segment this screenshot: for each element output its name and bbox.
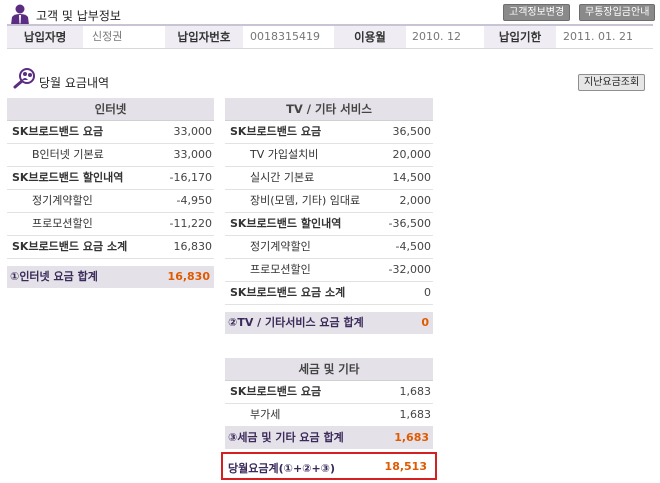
tv-table: TV / 기타 서비스 SK브로드밴드 요금 36,500 TV 가입설치비 20,0… bbox=[225, 98, 433, 334]
tax-table: 세금 및 기타 SK브로드밴드 요금 1,683 부가세 1,683 ③세금 및 기타… bbox=[225, 358, 433, 449]
tv-row-label: SK브로드밴드 요금 bbox=[230, 125, 322, 138]
tv-row-value: -32,000 bbox=[388, 263, 431, 276]
tax-row-value: 1,683 bbox=[399, 408, 432, 421]
tax-sum-label: ③세금 및 기타 요금 합계 bbox=[228, 431, 344, 444]
page-title: 고객 및 납부정보 bbox=[36, 9, 121, 23]
internet-row-value: 33,000 bbox=[173, 125, 213, 138]
tv-row: 프로모션할인 -32,000 bbox=[225, 259, 433, 282]
tv-row-label: TV 가입설치비 bbox=[250, 148, 319, 161]
tv-row-value: -4,500 bbox=[395, 240, 431, 253]
usage-month-label: 이용월 bbox=[334, 26, 406, 48]
section-title: 당월 요금내역 bbox=[39, 76, 110, 90]
tv-row-label: 실시간 기본료 bbox=[250, 171, 315, 184]
payer-number-label: 납입자번호 bbox=[165, 26, 243, 48]
tv-row-value: -36,500 bbox=[388, 217, 431, 230]
tv-row-value: 0 bbox=[424, 286, 431, 299]
usage-month-value: 2010. 12 bbox=[412, 30, 461, 43]
tv-row-label: SK브로드밴드 요금 소계 bbox=[230, 286, 346, 299]
internet-row-label: SK브로드밴드 요금 bbox=[12, 125, 104, 138]
internet-row: 프로모션할인 -11,220 bbox=[7, 213, 214, 236]
internet-row: 정기계약할인 -4,950 bbox=[7, 190, 214, 213]
monthly-total-box: 당월요금계(①+②+③) 18,513 bbox=[221, 452, 437, 480]
internet-sum-row: ①인터넷 요금 합계 16,830 bbox=[7, 266, 214, 288]
internet-row-value: -4,950 bbox=[176, 194, 212, 207]
tv-row: SK브로드밴드 요금 36,500 bbox=[225, 121, 433, 144]
customer-info-change-button[interactable]: 고객정보변경 bbox=[503, 4, 571, 21]
internet-row-value: -16,170 bbox=[169, 171, 212, 184]
internet-sum-label: ①인터넷 요금 합계 bbox=[10, 270, 98, 283]
payer-info-row: 납입자명 신정권 납입자번호 0018315419 이용월 2010. 12 납… bbox=[7, 26, 653, 49]
due-date-value: 2011. 01. 21 bbox=[563, 30, 633, 43]
payer-name-value: 신정권 bbox=[92, 30, 123, 43]
payer-number-value: 0018315419 bbox=[250, 30, 320, 43]
tv-row: 장비(모뎀, 기타) 임대료 2,000 bbox=[225, 190, 433, 213]
tax-row-value: 1,683 bbox=[399, 385, 432, 398]
internet-table: 인터넷 SK브로드밴드 요금 33,000 B인터넷 기본료 33,000 SK브로드밴… bbox=[7, 98, 214, 288]
internet-row-value: 16,830 bbox=[173, 240, 213, 253]
tv-row: SK브로드밴드 요금 소계 0 bbox=[225, 282, 433, 305]
payer-name-label: 납입자명 bbox=[7, 26, 83, 48]
internet-sum-value: 16,830 bbox=[167, 270, 210, 283]
tv-row-label: 프로모션할인 bbox=[250, 263, 311, 276]
bank-deposit-guide-button[interactable]: 무통장입금안내 bbox=[579, 4, 656, 21]
customer-icon bbox=[11, 4, 29, 25]
monthly-total-label: 당월요금계(①+②+③) bbox=[228, 462, 336, 475]
tax-row: SK브로드밴드 요금 1,683 bbox=[225, 381, 433, 404]
tv-row-value: 36,500 bbox=[392, 125, 432, 138]
tv-sum-label: ②TV / 기타서비스 요금 합계 bbox=[228, 316, 364, 329]
tax-sum-value: 1,683 bbox=[394, 431, 429, 444]
magnifier-people-icon bbox=[13, 68, 35, 89]
tv-row-label: 정기계약할인 bbox=[250, 240, 311, 253]
tv-row: 정기계약할인 -4,500 bbox=[225, 236, 433, 259]
tv-sum-value: 0 bbox=[421, 316, 429, 329]
internet-row: SK브로드밴드 요금 소계 16,830 bbox=[7, 236, 214, 259]
past-charges-button[interactable]: 지난요금조회 bbox=[578, 74, 646, 91]
internet-row-label: SK브로드밴드 할인내역 bbox=[12, 171, 124, 184]
internet-row-label: 프로모션할인 bbox=[32, 217, 93, 230]
tv-table-header: TV / 기타 서비스 bbox=[225, 98, 433, 121]
tv-row-label: SK브로드밴드 할인내역 bbox=[230, 217, 342, 230]
due-date-label: 납입기한 bbox=[484, 26, 556, 48]
tax-table-header: 세금 및 기타 bbox=[225, 358, 433, 381]
tax-row-label: SK브로드밴드 요금 bbox=[230, 385, 322, 398]
internet-table-header: 인터넷 bbox=[7, 98, 214, 121]
tv-row-value: 2,000 bbox=[399, 194, 432, 207]
tv-row: SK브로드밴드 할인내역 -36,500 bbox=[225, 213, 433, 236]
tax-row-label: 부가세 bbox=[250, 408, 281, 421]
tv-row-label: 장비(모뎀, 기타) 임대료 bbox=[250, 194, 361, 207]
internet-row-label: SK브로드밴드 요금 소계 bbox=[12, 240, 128, 253]
internet-row: SK브로드밴드 할인내역 -16,170 bbox=[7, 167, 214, 190]
internet-row-label: B인터넷 기본료 bbox=[32, 148, 104, 161]
internet-row-value: 33,000 bbox=[173, 148, 213, 161]
tv-sum-row: ②TV / 기타서비스 요금 합계 0 bbox=[225, 312, 433, 334]
tv-row: 실시간 기본료 14,500 bbox=[225, 167, 433, 190]
tv-row-value: 14,500 bbox=[392, 171, 432, 184]
internet-row: SK브로드밴드 요금 33,000 bbox=[7, 121, 214, 144]
tv-row: TV 가입설치비 20,000 bbox=[225, 144, 433, 167]
tv-row-value: 20,000 bbox=[392, 148, 432, 161]
internet-row-value: -11,220 bbox=[169, 217, 212, 230]
monthly-total-value: 18,513 bbox=[384, 460, 427, 473]
internet-row-label: 정기계약할인 bbox=[32, 194, 93, 207]
tax-row: 부가세 1,683 bbox=[225, 404, 433, 427]
tax-sum-row: ③세금 및 기타 요금 합계 1,683 bbox=[225, 427, 433, 449]
internet-row: B인터넷 기본료 33,000 bbox=[7, 144, 214, 167]
